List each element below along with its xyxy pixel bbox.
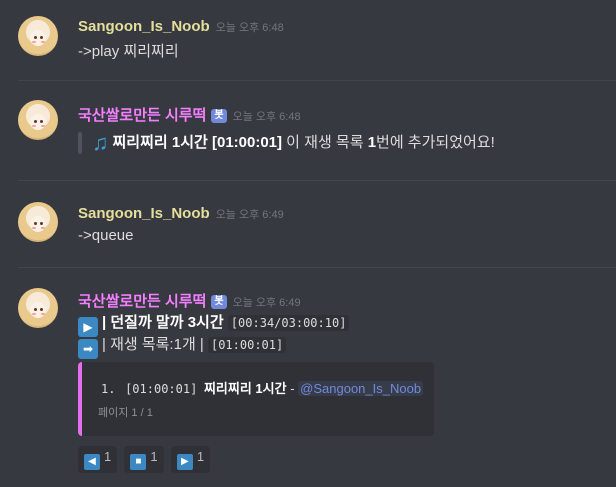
bot-avatar[interactable] (18, 100, 58, 140)
rewind-reaction[interactable]: ◀ 1 (78, 446, 118, 473)
message-divider (18, 80, 616, 81)
reaction-bar: ◀ 1 ■ 1 ▶ 1 (78, 446, 213, 473)
stop-reaction[interactable]: ■ 1 (124, 446, 164, 473)
message-text: ->queue (78, 227, 134, 244)
user-mention[interactable]: @Sangoon_Is_Noob (298, 381, 424, 396)
queue-summary-line: ➡ | 재생 목록:1개 | [01:00:01] (78, 333, 287, 359)
bot-avatar[interactable] (18, 288, 58, 328)
timestamp: 오늘 오후 6:49 (232, 297, 301, 309)
user-avatar[interactable] (18, 202, 58, 242)
queue-embed: 1. [01:00:01] 찌리찌리 1시간 - @Sangoon_Is_Noo… (78, 362, 434, 436)
arrow-right-icon: ➡ (78, 339, 98, 359)
rewind-icon: ◀ (84, 454, 100, 470)
queue-entry: 1. [01:00:01] 찌리찌리 1시간 - @Sangoon_Is_Noo… (98, 378, 424, 397)
play-reaction[interactable]: ▶ 1 (170, 446, 211, 473)
timestamp: 오늘 오후 6:48 (215, 22, 284, 34)
message-text: ->play 찌리찌리 (78, 43, 179, 60)
bot-tag: 봇 (211, 295, 227, 309)
username[interactable]: Sangoon_Is_Noob 오늘 오후 6:49 (78, 205, 284, 222)
message-text: ♫ 찌리찌리 1시간 [01:00:01] 이 재생 목록 1번에 추가되었어요! (92, 130, 495, 155)
play-icon: ▶ (176, 454, 193, 470)
bot-username[interactable]: 국산쌀로만든 시루떡 봇 오늘 오후 6:49 (78, 290, 301, 311)
timestamp: 오늘 오후 6:49 (215, 209, 284, 221)
user-avatar[interactable] (18, 16, 58, 56)
quote-bar (78, 132, 82, 154)
username[interactable]: Sangoon_Is_Noob 오늘 오후 6:48 (78, 18, 284, 35)
music-note-icon: ♫ (92, 130, 109, 155)
bot-username[interactable]: 국산쌀로만든 시루떡 봇 오늘 오후 6:48 (78, 104, 301, 125)
message-divider (18, 267, 616, 268)
timestamp: 오늘 오후 6:48 (232, 111, 301, 123)
stop-icon: ■ (130, 454, 147, 470)
bot-tag: 봇 (211, 109, 227, 123)
message-divider (18, 180, 616, 181)
page-indicator: 페이지 1 / 1 (98, 407, 153, 419)
